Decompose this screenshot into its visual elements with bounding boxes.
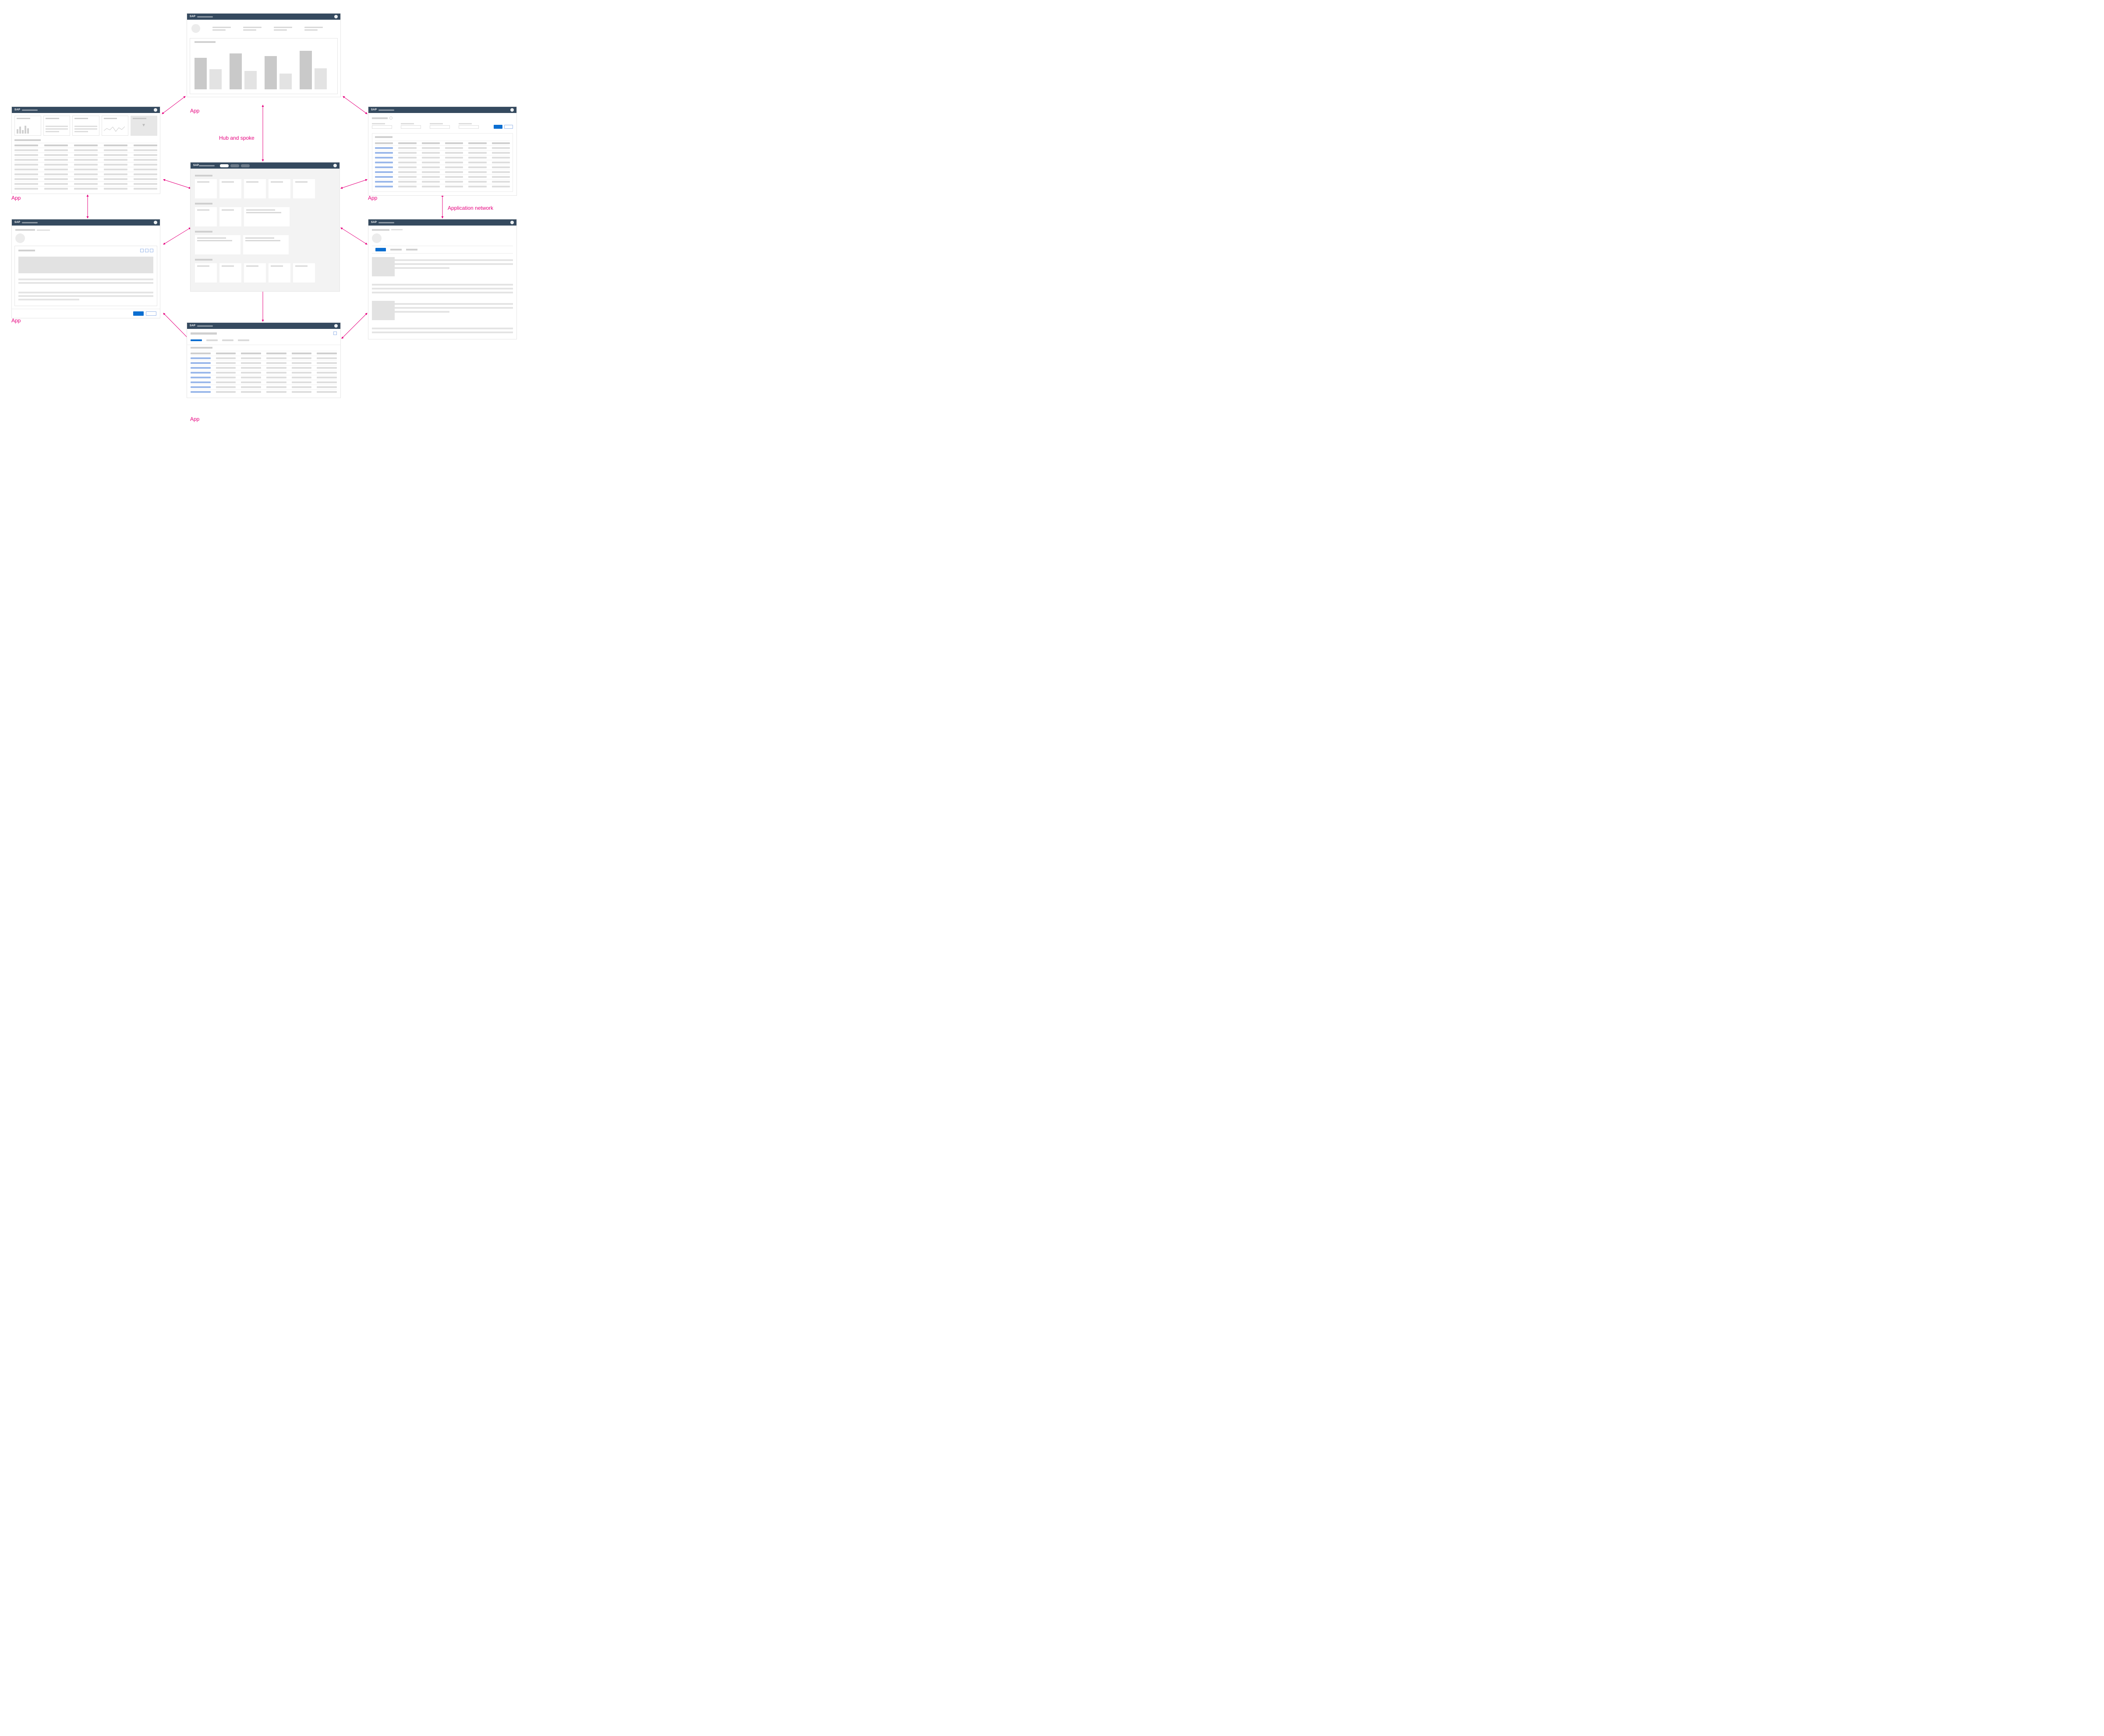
app-screen-detail-form: SAP	[11, 219, 160, 318]
kpi-tile[interactable]	[102, 116, 128, 136]
filter-input[interactable]	[459, 125, 479, 129]
app-screen-overview: SAP	[11, 106, 160, 194]
wizard-step-current[interactable]	[191, 339, 202, 341]
launch-tile[interactable]	[219, 207, 241, 226]
breadcrumb	[368, 226, 516, 231]
kpi-tile[interactable]	[72, 116, 99, 136]
sap-logo: SAP	[190, 15, 213, 18]
wizard-step[interactable]	[222, 339, 233, 341]
shell-bar: SAP	[187, 14, 340, 20]
wizard-steps	[187, 338, 340, 343]
secondary-button[interactable]	[146, 311, 156, 316]
tab[interactable]	[390, 249, 402, 251]
label-app-top: App	[190, 108, 199, 114]
launch-tile[interactable]	[269, 179, 290, 198]
avatar-icon[interactable]	[154, 108, 157, 112]
primary-button[interactable]	[133, 311, 144, 316]
label-app-network: Application network	[448, 205, 493, 211]
toolbar-action-icon[interactable]	[333, 332, 337, 335]
label-app-left1: App	[11, 195, 21, 201]
launch-tile[interactable]	[244, 179, 266, 198]
go-button[interactable]	[494, 125, 502, 129]
avatar-icon[interactable]	[334, 324, 338, 328]
app-screen-analytical: SAP	[187, 13, 341, 97]
launch-tile-wide[interactable]	[243, 235, 289, 254]
label-app-right1: App	[368, 195, 377, 201]
launch-tile[interactable]	[195, 207, 217, 226]
nav-tab[interactable]	[220, 164, 229, 167]
breadcrumb	[12, 226, 160, 231]
launch-tile[interactable]	[293, 263, 315, 282]
launch-tile[interactable]	[293, 179, 315, 198]
results-table	[372, 133, 513, 192]
launch-tile[interactable]	[219, 179, 241, 198]
label-app-bottom: App	[190, 416, 199, 422]
filter-bar	[368, 121, 516, 130]
kpi-tile[interactable]	[43, 116, 70, 136]
avatar-icon[interactable]	[334, 15, 338, 18]
app-screen-object-page: SAP	[368, 219, 517, 339]
anchor-tab-bar	[372, 246, 513, 254]
map-pin-icon	[142, 124, 145, 127]
filter-input[interactable]	[372, 125, 392, 129]
variant-title	[368, 113, 516, 121]
avatar-icon[interactable]	[154, 221, 157, 224]
adapt-filters-button[interactable]	[504, 125, 513, 129]
avatar-icon	[15, 233, 25, 243]
label-app-left2: App	[11, 318, 21, 324]
label-hub-spoke: Hub and spoke	[219, 135, 255, 141]
launch-tile-wide[interactable]	[195, 235, 240, 254]
chart-card	[190, 38, 338, 94]
avatar-icon[interactable]	[510, 108, 514, 112]
wizard-step[interactable]	[238, 339, 249, 341]
bar-chart	[194, 47, 333, 89]
toolbar-actions[interactable]	[140, 249, 153, 252]
step-table	[191, 347, 337, 394]
filter-input[interactable]	[430, 125, 450, 129]
launch-tile[interactable]	[195, 179, 217, 198]
avatar-icon	[191, 24, 200, 33]
avatar-icon[interactable]	[333, 164, 337, 167]
home-page-launchpad: SAP	[190, 162, 340, 292]
shell-bar: SAP	[191, 162, 339, 169]
app-screen-list-report: SAP	[368, 106, 517, 196]
avatar-icon[interactable]	[510, 221, 514, 224]
wizard-step[interactable]	[206, 339, 218, 341]
launch-tile[interactable]	[219, 263, 241, 282]
launch-tile[interactable]	[195, 263, 217, 282]
app-screen-wizard-table: SAP	[187, 322, 341, 398]
launch-tile[interactable]	[244, 263, 266, 282]
tab-selected[interactable]	[375, 248, 386, 251]
nav-tab[interactable]	[230, 164, 239, 167]
map-tile[interactable]	[131, 116, 157, 136]
launch-tile-wide[interactable]	[244, 207, 290, 226]
nav-tab[interactable]	[241, 164, 250, 167]
tab[interactable]	[406, 249, 417, 251]
filter-input[interactable]	[401, 125, 421, 129]
kpi-tile[interactable]	[14, 116, 41, 136]
avatar-icon	[372, 233, 382, 243]
launch-tile[interactable]	[269, 263, 290, 282]
